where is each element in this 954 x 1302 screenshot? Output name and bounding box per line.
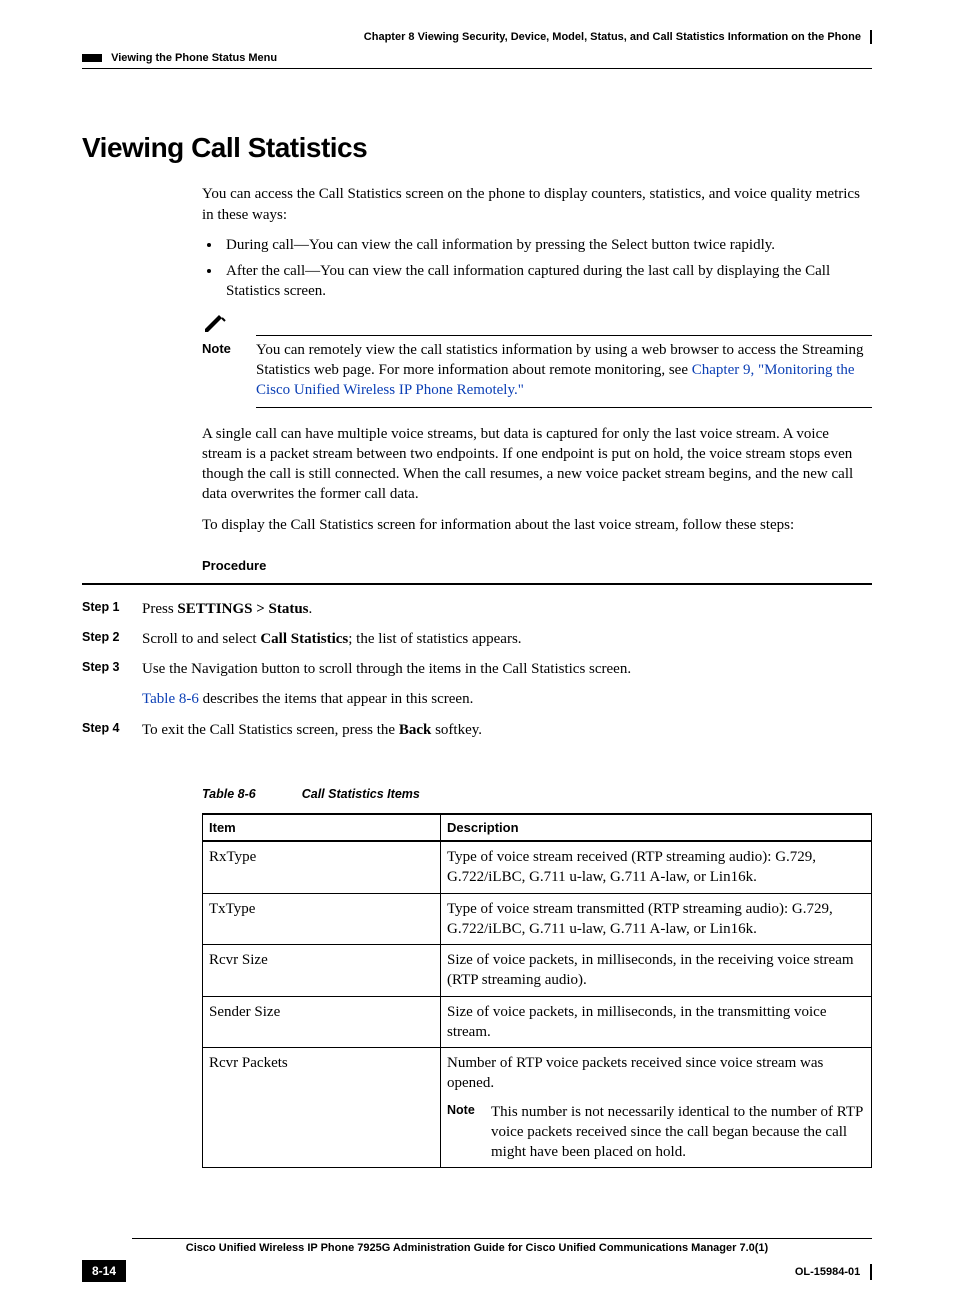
step-label: Step 4 bbox=[82, 720, 142, 740]
bullet-item: After the call—You can view the call inf… bbox=[222, 261, 872, 302]
table-header: Description bbox=[441, 814, 872, 842]
step-label: Step 3 bbox=[82, 659, 142, 710]
doc-id: OL-15984-01 bbox=[795, 1266, 860, 1278]
note-block: Note You can remotely view the call stat… bbox=[202, 312, 872, 408]
intro-bullets: During call—You can view the call inform… bbox=[222, 235, 872, 302]
header-marker-icon bbox=[82, 54, 102, 62]
table-row: Rcvr Size Size of voice packets, in mill… bbox=[203, 945, 872, 997]
table-row: RxType Type of voice stream received (RT… bbox=[203, 841, 872, 893]
header-tick-icon bbox=[870, 30, 872, 44]
table-row: TxType Type of voice stream transmitted … bbox=[203, 893, 872, 945]
step-text: Scroll to and select Call Statistics; th… bbox=[142, 629, 872, 649]
bullet-item: During call—You can view the call inform… bbox=[222, 235, 872, 255]
note-text: You can remotely view the call statistic… bbox=[256, 340, 872, 401]
table-row: Sender Size Size of voice packets, in mi… bbox=[203, 996, 872, 1048]
page-title: Viewing Call Statistics bbox=[82, 129, 872, 167]
note-top-rule bbox=[256, 335, 872, 336]
table-ref-link[interactable]: Table 8-6 bbox=[142, 691, 199, 707]
step-row: Step 3 Use the Navigation button to scro… bbox=[142, 659, 872, 710]
header-chapter: Chapter 8 Viewing Security, Device, Mode… bbox=[364, 31, 861, 43]
step-text: Press SETTINGS > Status. bbox=[142, 599, 872, 619]
header-section: Viewing the Phone Status Menu bbox=[111, 52, 277, 64]
intro-paragraph: You can access the Call Statistics scree… bbox=[202, 184, 872, 225]
footer-rule bbox=[132, 1238, 872, 1239]
step-row: Step 4 To exit the Call Statistics scree… bbox=[142, 720, 872, 740]
pencil-icon bbox=[202, 312, 228, 338]
footer-bar-icon bbox=[870, 1264, 872, 1280]
page-number-badge: 8-14 bbox=[82, 1260, 126, 1282]
header-rule bbox=[82, 68, 872, 69]
table-header: Item bbox=[203, 814, 441, 842]
step-text: Use the Navigation button to scroll thro… bbox=[142, 659, 872, 710]
table-row: Rcvr Packets Number of RTP voice packets… bbox=[203, 1048, 872, 1168]
step-row: Step 2 Scroll to and select Call Statist… bbox=[142, 629, 872, 649]
note-label: Note bbox=[202, 340, 256, 401]
step-row: Step 1 Press SETTINGS > Status. bbox=[142, 599, 872, 619]
call-statistics-table: Item Description RxType Type of voice st… bbox=[202, 813, 872, 1169]
page-footer: Cisco Unified Wireless IP Phone 7925G Ad… bbox=[82, 1238, 872, 1282]
body-paragraph: To display the Call Statistics screen fo… bbox=[202, 515, 872, 535]
body-paragraph: A single call can have multiple voice st… bbox=[202, 424, 872, 505]
step-label: Step 1 bbox=[82, 599, 142, 619]
procedure-heading: Procedure bbox=[202, 557, 872, 575]
procedure-rule bbox=[82, 583, 872, 585]
step-label: Step 2 bbox=[82, 629, 142, 649]
page-header: Chapter 8 Viewing Security, Device, Mode… bbox=[82, 30, 872, 45]
note-bottom-rule bbox=[256, 407, 872, 408]
step-text: To exit the Call Statistics screen, pres… bbox=[142, 720, 872, 740]
table-caption: Table 8-6Call Statistics Items bbox=[202, 786, 872, 803]
footer-title: Cisco Unified Wireless IP Phone 7925G Ad… bbox=[82, 1241, 872, 1256]
page-subheader: Viewing the Phone Status Menu bbox=[82, 51, 872, 66]
cell-note: Note This number is not necessarily iden… bbox=[447, 1102, 865, 1163]
